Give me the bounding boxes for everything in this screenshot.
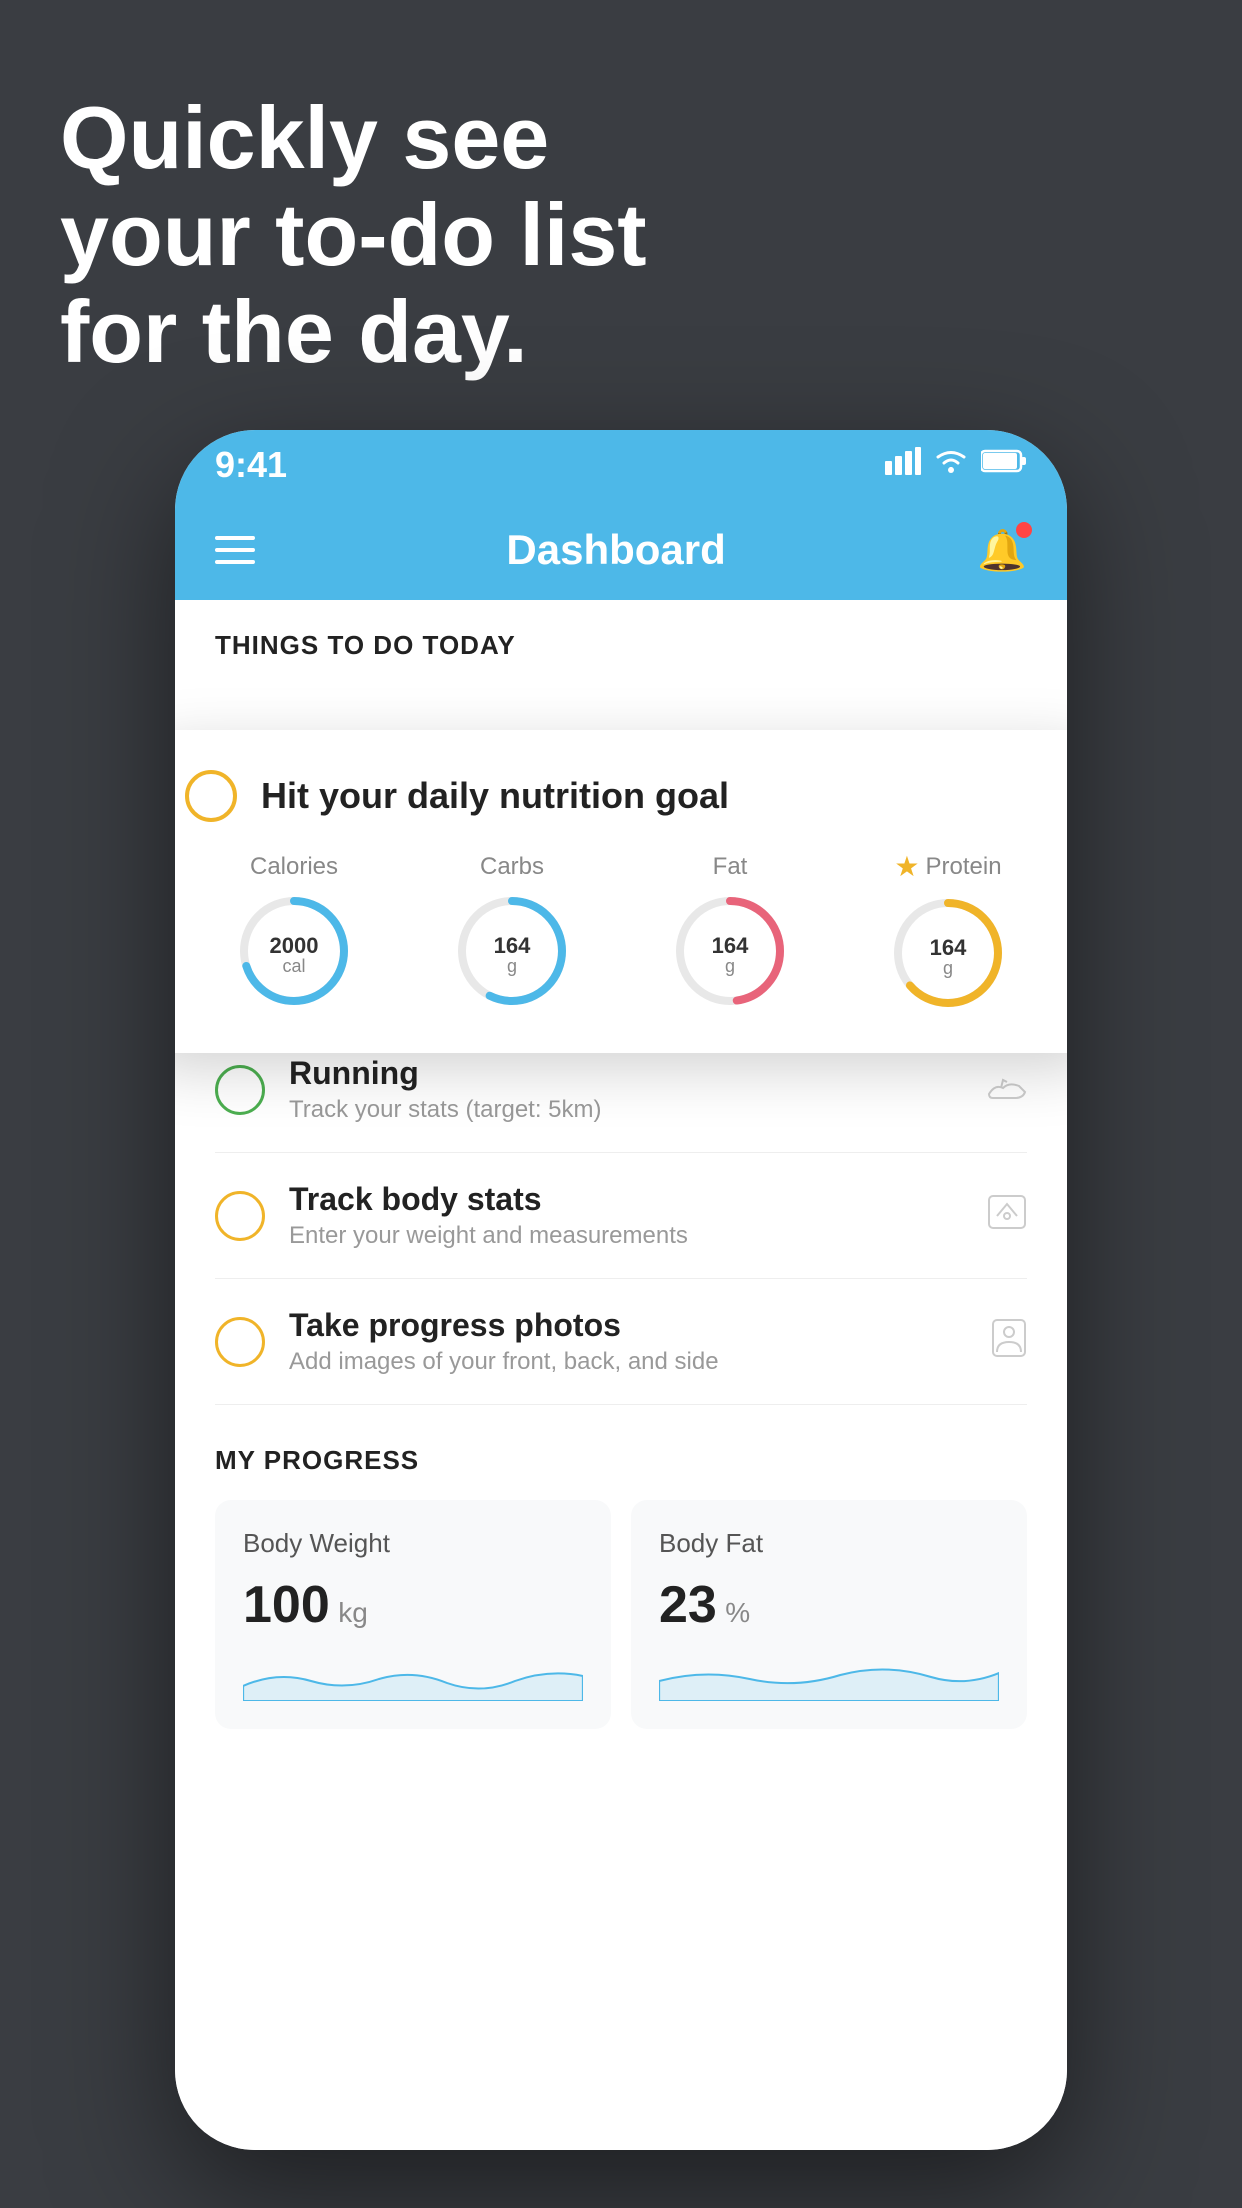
progress-section: MY PROGRESS Body Weight 100 kg (175, 1405, 1067, 1729)
app-content: THINGS TO DO TODAY Hit your daily nutrit… (175, 600, 1067, 2150)
signal-icon (885, 447, 921, 483)
carbs-label: Carbs (480, 853, 544, 881)
svg-text:2000: 2000 (270, 932, 319, 957)
todo-text-body-stats: Track body stats Enter your weight and m… (289, 1181, 971, 1250)
todo-circle-progress-photos[interactable] (215, 1317, 265, 1367)
card-title-row: Hit your daily nutrition goal (185, 770, 1057, 822)
nav-title: Dashboard (506, 526, 725, 574)
phone-mockup: 9:41 (175, 430, 1067, 2150)
body-fat-chart (659, 1651, 999, 1701)
svg-text:164: 164 (930, 935, 967, 960)
body-weight-card[interactable]: Body Weight 100 kg (215, 1500, 611, 1729)
bell-button[interactable]: 🔔 (977, 527, 1027, 574)
todo-item-progress-photos[interactable]: Take progress photos Add images of your … (215, 1279, 1027, 1405)
carbs-circle: 164 g (452, 891, 572, 1011)
todo-subtitle-body-stats: Enter your weight and measurements (289, 1222, 971, 1250)
todo-text-progress-photos: Take progress photos Add images of your … (289, 1307, 975, 1376)
nutrition-fat: Fat 164 g (670, 853, 790, 1011)
shoe-icon (987, 1070, 1027, 1110)
protein-circle: 164 g (888, 893, 1008, 1013)
headline-line1: Quickly see (60, 88, 549, 187)
body-fat-title: Body Fat (659, 1528, 999, 1559)
notification-dot (1016, 522, 1032, 538)
nutrition-carbs: Carbs 164 g (452, 853, 572, 1011)
calories-label: Calories (250, 853, 338, 881)
todo-list: Running Track your stats (target: 5km) T… (175, 1027, 1067, 1405)
body-fat-value: 23 (659, 1576, 717, 1634)
battery-icon (981, 448, 1027, 482)
nav-bar: Dashboard 🔔 (175, 500, 1067, 600)
svg-text:g: g (943, 958, 953, 978)
nutrition-card-title: Hit your daily nutrition goal (261, 775, 729, 817)
todo-subtitle-running: Track your stats (target: 5km) (289, 1096, 971, 1124)
body-weight-value: 100 (243, 1576, 330, 1634)
svg-text:cal: cal (282, 955, 305, 975)
calories-circle: 2000 cal (234, 891, 354, 1011)
nutrition-row: Calories 2000 cal Carbs 164 g (185, 850, 1057, 1013)
todo-title-running: Running (289, 1055, 971, 1092)
status-icons (885, 447, 1027, 483)
fat-circle: 164 g (670, 891, 790, 1011)
star-icon: ★ (894, 850, 919, 883)
headline-line2: your to-do list (60, 185, 647, 284)
wifi-icon (933, 447, 969, 483)
todo-circle-running[interactable] (215, 1065, 265, 1115)
body-weight-title: Body Weight (243, 1528, 583, 1559)
progress-cards: Body Weight 100 kg Body Fat 23 (215, 1500, 1027, 1729)
todo-text-running: Running Track your stats (target: 5km) (289, 1055, 971, 1124)
todo-item-body-stats[interactable]: Track body stats Enter your weight and m… (215, 1153, 1027, 1279)
todo-title-body-stats: Track body stats (289, 1181, 971, 1218)
headline: Quickly see your to-do list for the day. (60, 90, 647, 380)
fat-label: Fat (713, 853, 748, 881)
scale-icon (987, 1194, 1027, 1238)
svg-text:g: g (725, 955, 735, 975)
svg-text:164: 164 (494, 932, 531, 957)
hamburger-icon[interactable] (215, 536, 255, 564)
todo-subtitle-progress-photos: Add images of your front, back, and side (289, 1348, 975, 1376)
task-circle-nutrition[interactable] (185, 770, 237, 822)
status-time: 9:41 (215, 444, 287, 486)
status-bar: 9:41 (175, 430, 1067, 500)
nutrition-calories: Calories 2000 cal (234, 853, 354, 1011)
person-icon (991, 1318, 1027, 1366)
nutrition-card: Hit your daily nutrition goal Calories 2… (175, 730, 1067, 1053)
body-weight-value-row: 100 kg (243, 1575, 583, 1635)
headline-line3: for the day. (60, 282, 528, 381)
nutrition-protein: ★ Protein 164 g (888, 850, 1008, 1013)
section-header: THINGS TO DO TODAY (175, 600, 1067, 677)
svg-text:164: 164 (712, 932, 749, 957)
body-fat-value-row: 23 % (659, 1575, 999, 1635)
protein-label: ★ Protein (894, 850, 1001, 883)
svg-text:g: g (507, 955, 517, 975)
body-fat-unit: % (725, 1597, 750, 1628)
todo-title-progress-photos: Take progress photos (289, 1307, 975, 1344)
todo-circle-body-stats[interactable] (215, 1191, 265, 1241)
body-weight-unit: kg (338, 1597, 368, 1628)
body-weight-chart (243, 1651, 583, 1701)
progress-header: MY PROGRESS (215, 1445, 1027, 1476)
body-fat-card[interactable]: Body Fat 23 % (631, 1500, 1027, 1729)
